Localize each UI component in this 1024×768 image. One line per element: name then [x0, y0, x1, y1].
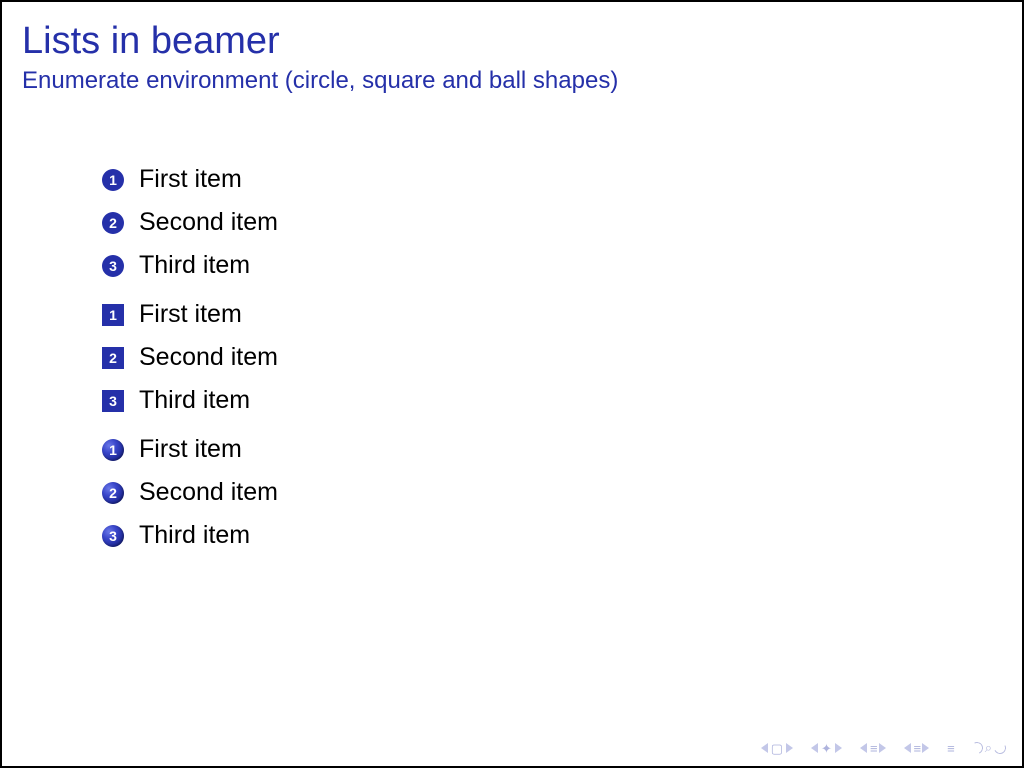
subsection-icon: ≡: [870, 742, 876, 755]
list-item-label: Second item: [139, 343, 278, 372]
triangle-right-icon: [835, 743, 842, 753]
triangle-right-icon: [879, 743, 886, 753]
triangle-right-icon: [786, 743, 793, 753]
slide-icon: ▢: [771, 742, 783, 755]
triangle-left-icon: [811, 743, 818, 753]
list-item: 1 First item: [102, 435, 1022, 464]
list-item-label: First item: [139, 300, 242, 329]
list-item: 3 Third item: [102, 386, 1022, 415]
list-item-label: Second item: [139, 478, 278, 507]
enumerate-circle: 1 First item 2 Second item 3 Third item: [102, 165, 1022, 280]
section-icon: ✦: [821, 742, 832, 755]
redo-arc-icon: [992, 740, 1007, 755]
list-item-label: Third item: [139, 386, 250, 415]
beamer-slide: Lists in beamer Enumerate environment (c…: [0, 0, 1024, 768]
list-item: 2 Second item: [102, 478, 1022, 507]
enum-marker-ball: 3: [102, 525, 124, 547]
nav-prev-section[interactable]: ✦: [811, 742, 842, 755]
enum-marker-square: 3: [102, 390, 124, 412]
list-item: 1 First item: [102, 165, 1022, 194]
enum-marker-square: 2: [102, 347, 124, 369]
list-item-label: Second item: [139, 208, 278, 237]
list-item: 3 Third item: [102, 251, 1022, 280]
list-item-label: First item: [139, 165, 242, 194]
triangle-left-icon: [761, 743, 768, 753]
undo-arc-icon: [969, 740, 984, 755]
frame-icon: ≡: [914, 742, 920, 755]
enum-marker-ball: 1: [102, 439, 124, 461]
list-item: 2 Second item: [102, 343, 1022, 372]
enum-marker-circle: 1: [102, 169, 124, 191]
triangle-left-icon: [904, 743, 911, 753]
frame-title: Lists in beamer: [2, 2, 1022, 67]
nav-prev-subsection[interactable]: ≡: [860, 742, 886, 755]
enum-marker-circle: 3: [102, 255, 124, 277]
list-item-label: First item: [139, 435, 242, 464]
nav-goto[interactable]: ≡: [947, 742, 953, 755]
search-icon: ⌕: [985, 740, 992, 756]
nav-prev-frame[interactable]: ≡: [904, 742, 930, 755]
triangle-left-icon: [860, 743, 867, 753]
nav-first-slide[interactable]: ▢: [761, 742, 793, 755]
list-item-label: Third item: [139, 251, 250, 280]
list-item: 1 First item: [102, 300, 1022, 329]
enumerate-square: 1 First item 2 Second item 3 Third item: [102, 300, 1022, 415]
frame-subtitle: Enumerate environment (circle, square an…: [2, 67, 1022, 95]
list-item: 3 Third item: [102, 521, 1022, 550]
frame-content: 1 First item 2 Second item 3 Third item …: [2, 95, 1022, 550]
enumerate-ball: 1 First item 2 Second item 3 Third item: [102, 435, 1022, 550]
beamer-navbar: ▢ ✦ ≡ ≡ ≡ ⌕: [761, 740, 1006, 756]
list-item-label: Third item: [139, 521, 250, 550]
enum-marker-circle: 2: [102, 212, 124, 234]
nav-back-forward[interactable]: ⌕: [971, 740, 1006, 756]
enum-marker-square: 1: [102, 304, 124, 326]
enum-marker-ball: 2: [102, 482, 124, 504]
triangle-right-icon: [922, 743, 929, 753]
list-item: 2 Second item: [102, 208, 1022, 237]
